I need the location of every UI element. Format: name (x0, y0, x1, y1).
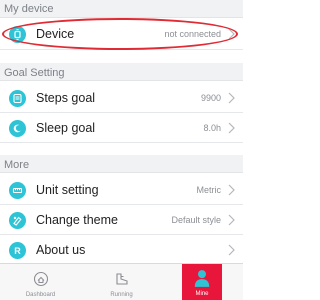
chevron-right-icon (228, 214, 235, 226)
steps-goal-label: Steps goal (36, 91, 96, 105)
tab-dashboard[interactable]: Dashboard (0, 264, 81, 300)
device-label: Device (36, 27, 75, 41)
change-theme-value: Default style (171, 215, 221, 225)
change-theme-label: Change theme (36, 213, 119, 227)
chevron-right-icon (228, 92, 235, 104)
svg-text:R: R (14, 246, 21, 256)
steps-goal-row[interactable]: Steps goal 9900 (0, 83, 243, 113)
chevron-right-icon (228, 122, 235, 134)
device-status: not connected (164, 29, 221, 39)
section-header-goal-setting: Goal Setting (0, 63, 243, 81)
theme-icon (9, 212, 26, 229)
person-icon (194, 270, 210, 287)
unit-setting-row[interactable]: Unit setting Metric (0, 175, 243, 205)
tab-running[interactable]: Running (81, 264, 162, 300)
watch-icon (9, 26, 26, 43)
bottom-tab-bar: Dashboard Running Mine (0, 263, 243, 300)
home-icon (33, 271, 48, 287)
unit-setting-value: Metric (196, 185, 222, 195)
tab-mine[interactable]: Mine (182, 264, 222, 300)
sleep-icon (9, 120, 26, 137)
chevron-right-icon (228, 28, 235, 40)
sleep-goal-label: Sleep goal (36, 121, 96, 135)
section-header-more: More (0, 155, 243, 173)
tab-running-label: Running (110, 292, 133, 298)
change-theme-row[interactable]: Change theme Default style (0, 205, 243, 235)
tab-mine-label: Mine (195, 291, 209, 297)
running-shoe-icon (115, 273, 128, 285)
chevron-right-icon (228, 244, 235, 256)
ruler-icon (9, 182, 26, 199)
sleep-goal-value: 8.0h (203, 123, 221, 133)
info-icon: R (9, 242, 26, 259)
about-us-row[interactable]: R About us (0, 235, 243, 265)
device-row[interactable]: Device not connected (0, 18, 243, 50)
about-us-label: About us (36, 243, 86, 257)
steps-goal-value: 9900 (200, 93, 221, 103)
sleep-goal-row[interactable]: Sleep goal 8.0h (0, 113, 243, 143)
tab-dashboard-label: Dashboard (25, 292, 56, 298)
section-header-my-device: My device (0, 0, 243, 18)
steps-icon (9, 90, 26, 107)
unit-setting-label: Unit setting (36, 183, 99, 197)
chevron-right-icon (228, 184, 235, 196)
